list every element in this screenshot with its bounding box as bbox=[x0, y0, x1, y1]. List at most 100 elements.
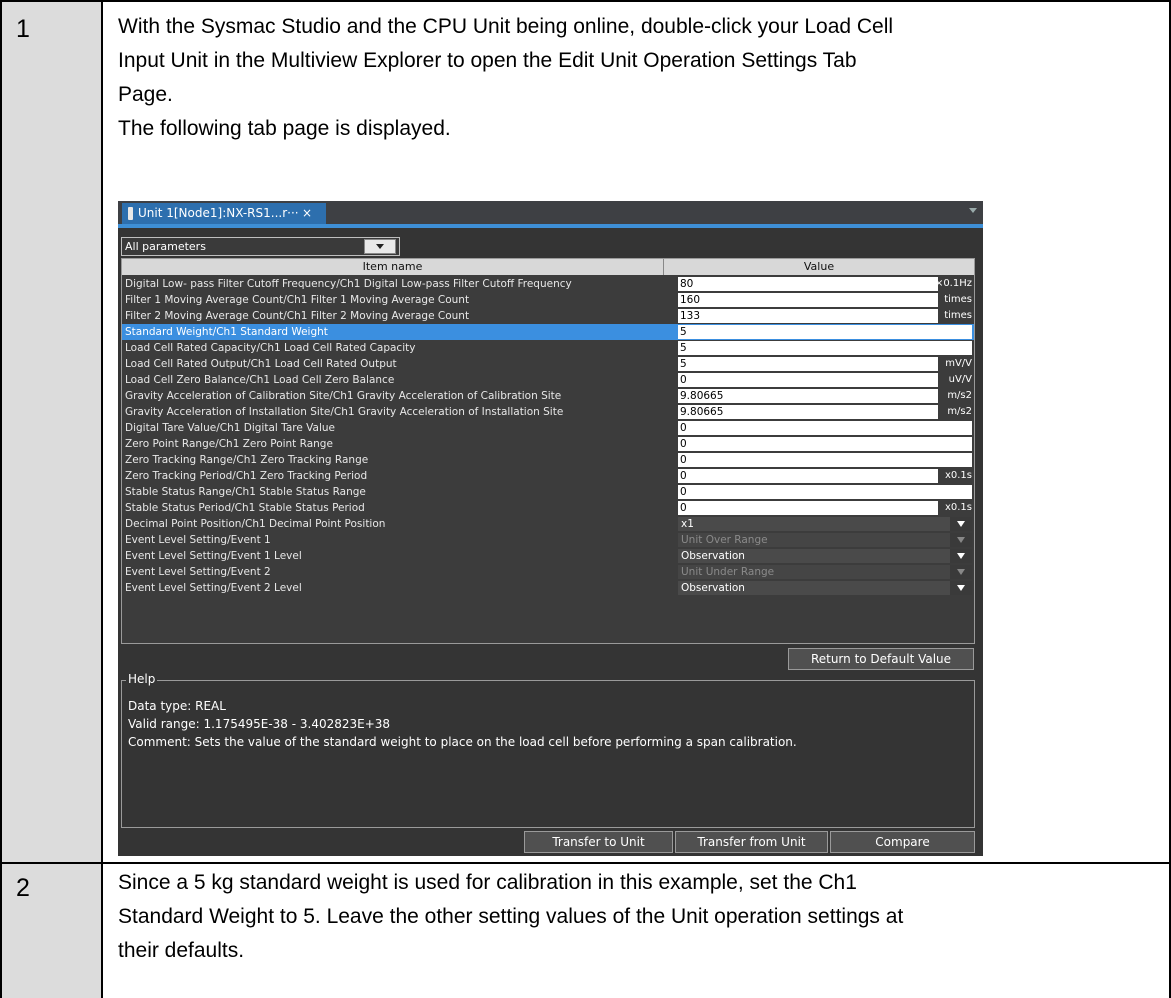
parameter-name: Decimal Point Position/Ch1 Decimal Point… bbox=[125, 518, 386, 530]
help-valid-range: Valid range: 1.175495E-38 - 3.402823E+38 bbox=[128, 717, 391, 731]
parameter-name: Event Level Setting/Event 1 Level bbox=[125, 550, 302, 562]
table-row[interactable]: Standard Weight/Ch1 Standard Weight 5 bbox=[122, 324, 974, 340]
parameter-value-cell: 9.80665 m/s2 bbox=[678, 389, 972, 403]
parameter-name: Digital Low- pass Filter Cutoff Frequenc… bbox=[125, 278, 572, 290]
parameter-unit: x0.1s bbox=[944, 502, 972, 513]
parameter-value-input[interactable]: 0 bbox=[678, 437, 972, 451]
parameter-unit: x0.1s bbox=[944, 470, 972, 481]
chevron-down-icon[interactable] bbox=[950, 549, 972, 563]
parameter-value-input[interactable]: 0 bbox=[678, 421, 972, 435]
step-text-line: Since a 5 kg standard weight is used for… bbox=[118, 871, 857, 894]
help-comment: Comment: Sets the value of the standard … bbox=[128, 735, 797, 749]
parameter-value-cell: 0 bbox=[678, 437, 972, 451]
table-row[interactable]: Event Level Setting/Event 1 Unit Over Ran… bbox=[122, 532, 974, 548]
parameter-unit: mV/V bbox=[945, 358, 972, 369]
parameter-value-cell: 160 times bbox=[678, 293, 972, 307]
table-row[interactable]: Filter 2 Moving Average Count/Ch1 Filter… bbox=[122, 308, 974, 324]
chevron-down-icon[interactable] bbox=[950, 517, 972, 531]
table-row[interactable]: Gravity Acceleration of Installation Sit… bbox=[122, 404, 974, 420]
parameter-value-cell: 0 x0.1s bbox=[678, 501, 972, 515]
parameter-value-cell: 0 uV/V bbox=[678, 373, 972, 387]
step-number: 1 bbox=[16, 15, 30, 43]
chevron-down-icon[interactable] bbox=[364, 239, 396, 254]
compare-button[interactable]: Compare bbox=[830, 831, 975, 853]
parameter-value-input[interactable]: 0 bbox=[678, 501, 938, 515]
table-row[interactable]: Digital Low- pass Filter Cutoff Frequenc… bbox=[122, 276, 974, 292]
parameter-value-input[interactable]: 5 bbox=[678, 341, 972, 355]
transfer-from-unit-button[interactable]: Transfer from Unit bbox=[675, 831, 828, 853]
step-number: 2 bbox=[16, 874, 30, 902]
parameter-value-input[interactable]: 133 bbox=[678, 309, 938, 323]
parameter-value-input[interactable]: 80 bbox=[678, 277, 938, 291]
parameter-value-cell: Observation bbox=[678, 581, 972, 595]
table-row[interactable]: Decimal Point Position/Ch1 Decimal Point… bbox=[122, 516, 974, 532]
parameter-name: Filter 2 Moving Average Count/Ch1 Filter… bbox=[125, 310, 470, 322]
parameter-value-input[interactable]: 5 bbox=[678, 357, 938, 371]
parameter-value-input[interactable]: 0 bbox=[678, 485, 972, 499]
table-row[interactable]: Zero Point Range/Ch1 Zero Point Range 0 bbox=[122, 436, 974, 452]
parameter-name: Filter 1 Moving Average Count/Ch1 Filter… bbox=[125, 294, 470, 306]
chevron-down-icon[interactable] bbox=[950, 581, 972, 595]
table-row[interactable]: Event Level Setting/Event 1 Level Observa… bbox=[122, 548, 974, 564]
parameter-value-cell: 133 times bbox=[678, 309, 972, 323]
column-header-item-name[interactable]: Item name bbox=[122, 259, 664, 275]
parameter-value-select[interactable]: Observation bbox=[678, 549, 972, 563]
table-row[interactable]: Filter 1 Moving Average Count/Ch1 Filter… bbox=[122, 292, 974, 308]
step-text: With the Sysmac Studio and the CPU Unit … bbox=[118, 10, 1163, 146]
chevron-down-icon bbox=[950, 533, 972, 547]
table-row[interactable]: Event Level Setting/Event 2 Level Observa… bbox=[122, 580, 974, 596]
step-text-line: The following tab page is displayed. bbox=[118, 117, 451, 140]
parameter-name: Event Level Setting/Event 2 bbox=[125, 566, 271, 578]
parameter-value-cell: Observation bbox=[678, 549, 972, 563]
tab-list-chevron-icon[interactable] bbox=[969, 208, 977, 213]
table-row[interactable]: Event Level Setting/Event 2 Unit Under Ra… bbox=[122, 564, 974, 580]
unit-icon bbox=[128, 207, 133, 220]
parameter-name: Zero Point Range/Ch1 Zero Point Range bbox=[125, 438, 333, 450]
parameter-name: Zero Tracking Period/Ch1 Zero Tracking P… bbox=[125, 470, 368, 482]
table-row[interactable]: Load Cell Rated Capacity/Ch1 Load Cell R… bbox=[122, 340, 974, 356]
parameter-name: Digital Tare Value/Ch1 Digital Tare Valu… bbox=[125, 422, 335, 434]
column-header-value[interactable]: Value bbox=[664, 259, 974, 275]
step-text-line: Page. bbox=[118, 83, 173, 106]
table-row[interactable]: Zero Tracking Range/Ch1 Zero Tracking Ra… bbox=[122, 452, 974, 468]
step-number-cell: 2 bbox=[2, 864, 101, 998]
help-title: Help bbox=[126, 672, 158, 686]
parameter-value-input[interactable]: 0 bbox=[678, 373, 938, 387]
step-text-line: Input Unit in the Multiview Explorer to … bbox=[118, 49, 857, 72]
table-border-top bbox=[0, 0, 1171, 2]
parameter-filter-select[interactable]: All parameters bbox=[121, 237, 400, 256]
parameter-name: Stable Status Range/Ch1 Stable Status Ra… bbox=[125, 486, 366, 498]
parameter-value-input[interactable]: 0 bbox=[678, 453, 972, 467]
table-row-divider bbox=[0, 862, 1171, 864]
parameter-value-input[interactable]: 5 bbox=[678, 325, 972, 339]
parameter-value-select[interactable]: x1 bbox=[678, 517, 972, 531]
parameter-value-input[interactable]: 160 bbox=[678, 293, 938, 307]
parameter-unit: m/s2 bbox=[947, 406, 972, 417]
tab-bar: Unit 1[Node1]:NX-RS1...r··· × bbox=[118, 201, 983, 228]
table-row[interactable]: Stable Status Period/Ch1 Stable Status P… bbox=[122, 500, 974, 516]
tab-unit-settings[interactable]: Unit 1[Node1]:NX-RS1...r··· × bbox=[122, 203, 326, 224]
step-number-cell: 1 bbox=[2, 2, 101, 862]
table-row[interactable]: Gravity Acceleration of Calibration Site… bbox=[122, 388, 974, 404]
table-row[interactable]: Load Cell Rated Output/Ch1 Load Cell Rat… bbox=[122, 356, 974, 372]
filter-value: All parameters bbox=[125, 240, 206, 253]
table-row[interactable]: Digital Tare Value/Ch1 Digital Tare Valu… bbox=[122, 420, 974, 436]
parameter-value-input[interactable]: 9.80665 bbox=[678, 405, 938, 419]
return-to-default-button[interactable]: Return to Default Value bbox=[788, 648, 974, 670]
help-panel: Help Data type: REAL Valid range: 1.1754… bbox=[121, 672, 975, 828]
parameter-unit: m/s2 bbox=[947, 390, 972, 401]
table-row[interactable]: Zero Tracking Period/Ch1 Zero Tracking P… bbox=[122, 468, 974, 484]
parameter-value-select[interactable]: Observation bbox=[678, 581, 972, 595]
table-row[interactable]: Load Cell Zero Balance/Ch1 Load Cell Zer… bbox=[122, 372, 974, 388]
parameter-value-cell: 80 ×0.1Hz bbox=[678, 277, 972, 291]
parameter-name: Standard Weight/Ch1 Standard Weight bbox=[125, 326, 328, 338]
parameter-value-cell: x1 bbox=[678, 517, 972, 531]
parameter-value-cell: 0 bbox=[678, 485, 972, 499]
parameter-value-input[interactable]: 9.80665 bbox=[678, 389, 938, 403]
transfer-to-unit-button[interactable]: Transfer to Unit bbox=[524, 831, 673, 853]
parameter-name: Load Cell Rated Output/Ch1 Load Cell Rat… bbox=[125, 358, 397, 370]
close-icon[interactable]: × bbox=[302, 203, 312, 224]
table-row[interactable]: Stable Status Range/Ch1 Stable Status Ra… bbox=[122, 484, 974, 500]
parameter-value-input[interactable]: 0 bbox=[678, 469, 938, 483]
parameter-name: Load Cell Rated Capacity/Ch1 Load Cell R… bbox=[125, 342, 416, 354]
